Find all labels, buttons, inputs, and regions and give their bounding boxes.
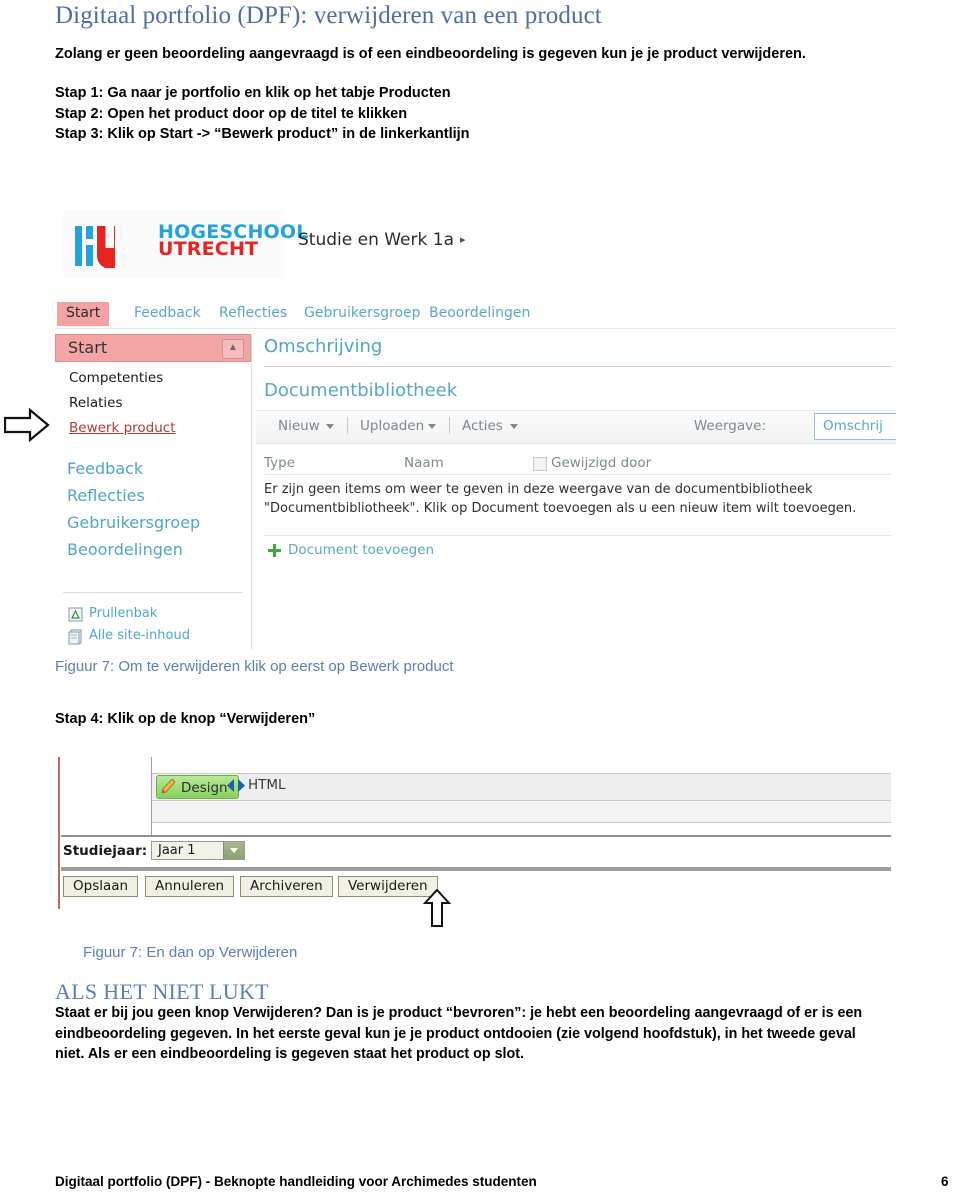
toolbar-separator-2 <box>449 417 450 434</box>
toolbar-acties-button[interactable]: Acties <box>462 418 503 434</box>
heading-omschrijving: Omschrijving <box>264 336 383 357</box>
studiejaar-value: Jaar 1 <box>158 843 196 858</box>
site-name-label: Studie en Werk 1a <box>298 230 454 250</box>
studiejaar-label: Studiejaar: <box>63 843 148 859</box>
heading-documentbibliotheek: Documentbibliotheek <box>264 380 458 401</box>
sidebar-item-bewerk-product[interactable]: Bewerk product <box>69 420 176 436</box>
step-3: Stap 3: Klik op Start -> “Bewerk product… <box>55 126 470 143</box>
editor-body-strip <box>152 801 891 823</box>
editor-divider-2 <box>61 867 891 871</box>
page-number: 6 <box>941 1174 949 1189</box>
plus-icon <box>268 544 281 557</box>
empty-state-message: Er zijn geen items om weer te geven in d… <box>264 482 857 516</box>
top-tab-bar: Start Feedback Reflecties Gebruikersgroe… <box>55 298 896 329</box>
editor-divider-1 <box>61 835 891 837</box>
step-2: Stap 2: Open het product door op de tite… <box>55 105 408 122</box>
html-tab-button[interactable]: HTML <box>248 777 286 793</box>
step-1: Stap 1: Ga naar je portfolio en klik op … <box>55 85 451 101</box>
code-chevrons-icon <box>227 779 245 792</box>
toolbar-separator-1 <box>347 417 348 434</box>
footer-text: Digitaal portfolio (DPF) - Beknopte hand… <box>55 1174 537 1189</box>
sidebar-item-reflecties[interactable]: Reflecties <box>67 486 145 505</box>
main-content-area: Omschrijving Documentbibliotheek Nieuw U… <box>252 334 896 650</box>
sidebar-item-beoordelingen[interactable]: Beoordelingen <box>67 540 183 559</box>
weergave-value: Omschrij <box>823 418 883 434</box>
figure-caption-2: Figuur 7: En dan op Verwijderen <box>83 944 298 961</box>
nieuw-chevron-down-icon[interactable] <box>326 424 334 429</box>
sidebar-item-gebruikersgroep[interactable]: Gebruikersgroep <box>67 513 200 532</box>
divider-above-add-document <box>264 535 892 536</box>
screenshot-portfolio-site: HOGESCHOOL UTRECHT Studie en Werk 1a ▸ St… <box>55 200 896 650</box>
doclib-toolbar: Nieuw Uploaden Acties Weergave: Omschrij <box>256 410 896 444</box>
page-title: Digitaal portfolio (DPF): verwijderen va… <box>55 2 602 29</box>
editor-left-accent-bar <box>58 757 60 909</box>
site-breadcrumb[interactable]: Studie en Werk 1a ▸ <box>298 230 466 250</box>
stap-4-heading: Stap 4: Klik op de knop “Verwijderen” <box>55 711 316 727</box>
column-header-type[interactable]: Type <box>264 455 295 471</box>
uploaden-chevron-down-icon[interactable] <box>428 424 436 429</box>
studiejaar-chevron-down-icon[interactable] <box>223 842 244 859</box>
nav-header-label: Start <box>68 338 108 357</box>
tab-gebruikersgroep[interactable]: Gebruikersgroep <box>295 302 430 326</box>
annuleren-button[interactable]: Annuleren <box>145 876 235 897</box>
annotation-arrow-right-icon <box>3 407 50 443</box>
tab-beoordelingen[interactable]: Beoordelingen <box>420 302 539 326</box>
annotation-arrow-up-icon <box>422 888 452 927</box>
archiveren-button[interactable]: Archiveren <box>240 876 333 897</box>
add-document-link[interactable]: Document toevoegen <box>288 542 434 558</box>
opslaan-button[interactable]: Opslaan <box>63 876 139 897</box>
sidebar-item-prullenbak[interactable]: Prullenbak <box>89 606 157 621</box>
sidebar-item-competenties[interactable]: Competenties <box>69 370 163 386</box>
tab-reflecties[interactable]: Reflecties <box>210 302 296 326</box>
column-header-gewijzigd-door[interactable]: Gewijzigd door <box>551 455 651 471</box>
left-navigation: Start ▲ Competenties Relaties Bewerk pro… <box>55 334 252 650</box>
divider-under-columns <box>264 474 892 475</box>
steps-list: Stap 1: Ga naar je portfolio en klik op … <box>55 83 915 145</box>
recycle-bin-icon <box>67 606 84 623</box>
select-all-checkbox[interactable] <box>533 457 547 471</box>
figure-caption-1: Figuur 7: Om te verwijderen klik op eers… <box>55 658 454 675</box>
toolbar-uploaden-button[interactable]: Uploaden <box>360 418 424 434</box>
hu-logo-wordmark: HOGESCHOOL UTRECHT <box>158 222 309 261</box>
studiejaar-select[interactable]: Jaar 1 <box>151 841 245 860</box>
chevron-up-icon[interactable]: ▲ <box>222 339 244 359</box>
sidebar-divider <box>63 592 243 593</box>
hogeschool-utrecht-logo: HOGESCHOOL UTRECHT <box>63 210 308 278</box>
tab-feedback[interactable]: Feedback <box>125 302 210 326</box>
column-header-naam[interactable]: Naam <box>404 455 444 471</box>
hu-logo-mark-icon <box>75 224 123 269</box>
screenshot-editor-buttons: Design HTML Studiejaar: Jaar 1 Opslaan A… <box>55 757 891 927</box>
breadcrumb-caret-icon: ▸ <box>460 233 466 246</box>
nav-header-start[interactable]: Start ▲ <box>55 334 251 362</box>
weergave-label: Weergave: <box>693 418 766 434</box>
logo-line-2: UTRECHT <box>158 238 259 261</box>
tab-start[interactable]: Start <box>57 302 110 326</box>
all-site-content-icon <box>67 628 84 645</box>
sidebar-item-feedback[interactable]: Feedback <box>67 459 143 478</box>
divider-under-omschrijving <box>264 366 892 367</box>
toolbar-nieuw-button[interactable]: Nieuw <box>278 418 320 434</box>
pencil-icon <box>161 778 176 794</box>
acties-chevron-down-icon[interactable] <box>510 424 518 429</box>
body-paragraph: Staat er bij jou geen knop Verwijderen? … <box>55 1005 863 1063</box>
sidebar-item-alle-site-inhoud[interactable]: Alle site-inhoud <box>89 628 190 643</box>
intro-paragraph: Zolang er geen beoordeling aangevraagd i… <box>55 46 806 62</box>
section-heading-als-het-niet-lukt: ALS HET NIET LUKT <box>55 979 269 1004</box>
weergave-select[interactable]: Omschrij <box>814 413 896 440</box>
sidebar-item-relaties[interactable]: Relaties <box>69 395 123 411</box>
